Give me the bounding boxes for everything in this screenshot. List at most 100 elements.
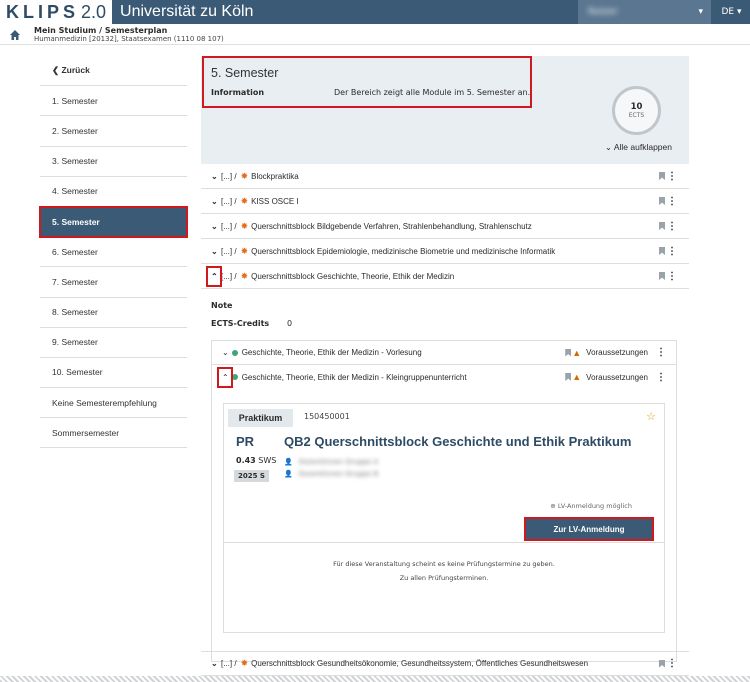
sidebar-item-semester-8[interactable]: 8. Semester [40, 298, 187, 328]
sidebar-item-semester-7[interactable]: 7. Semester [40, 267, 187, 298]
ects-badge: 10 ECTS [612, 86, 661, 135]
sidebar-item-semester-4[interactable]: 4. Semester [40, 177, 187, 207]
bookmark-icon[interactable] [659, 222, 665, 230]
lecturer-names: Dozentinnen Gruppe A [298, 458, 379, 466]
more-options-icon[interactable]: ⋮ [667, 171, 677, 182]
bookmark-icon[interactable] [659, 247, 665, 255]
bookmark-icon[interactable] [565, 373, 572, 381]
registration-possible-note: ⊕ LV-Anmeldung möglich [550, 502, 632, 510]
chevron-down-icon[interactable]: ⌄ [211, 197, 221, 206]
sidebar-item-no-recommendation[interactable]: Keine Semesterempfehlung [40, 388, 187, 419]
submodule-list: ⌄ Geschichte, Theorie, Ethik der Medizin… [211, 340, 677, 662]
submodule-name: Geschichte, Theorie, Ethik der Medizin -… [241, 372, 467, 382]
bookmark-icon[interactable] [659, 272, 665, 280]
expand-all-button[interactable]: ⌄ Alle aufklappen [605, 142, 672, 153]
bookmark-icon[interactable] [659, 197, 665, 205]
sidebar-item-semester-9[interactable]: 9. Semester [40, 328, 187, 358]
module-row[interactable]: ⌄ [...] / ✸ Querschnittsblock Gesundheitsö… [201, 651, 689, 676]
info-text: Der Bereich zeigt alle Module im 5. Seme… [334, 88, 531, 97]
sws-label: SWS [258, 456, 277, 465]
module-name: KISS OSCE I [251, 196, 299, 206]
user-menu[interactable]: Nutzer ▾ [578, 0, 711, 24]
semester-header: 5. Semester Information Der Bereich zeig… [201, 56, 689, 164]
logo-version: 2.0 [81, 1, 107, 22]
exam-link[interactable]: Zu allen Prüfungsterminen. [224, 571, 664, 585]
asterisk-icon: ✸ [240, 245, 249, 256]
register-button[interactable]: Zur LV-Anmeldung [524, 517, 654, 541]
plus-circle-icon: ⊕ [550, 502, 558, 510]
module-list-bottom: ⌄ [...] / ✸ Querschnittsblock Gesundheitsö… [201, 651, 689, 676]
module-row-expanded[interactable]: ⌃ [...] / ✸ Querschnittsblock Geschichte, … [201, 264, 689, 289]
warning-icon: ▲ [572, 347, 582, 358]
user-name: Nutzer [588, 7, 618, 17]
warning-icon: ▲ [572, 372, 582, 382]
sidebar-item-semester-5[interactable]: 5. Semester [39, 205, 188, 239]
more-options-icon[interactable]: ⋮ [667, 658, 677, 669]
breadcrumb-title[interactable]: Mein Studium / Semesterplan [34, 26, 167, 35]
course-title[interactable]: QB2 Querschnittsblock Geschichte und Eth… [284, 434, 631, 449]
more-options-icon[interactable]: ⋮ [667, 196, 677, 207]
bookmark-icon[interactable] [565, 348, 572, 357]
sidebar-back-link[interactable]: ❮ Zurück [40, 56, 187, 87]
sidebar-item-semester-3[interactable]: 3. Semester [40, 147, 187, 177]
submodule-row-expanded[interactable]: ⌃ Geschichte, Theorie, Ethik der Medizin… [212, 365, 676, 389]
university-name: Universität zu Köln [120, 3, 254, 20]
course-number: 150450001 [304, 412, 350, 421]
person-icon: 👤 [284, 470, 293, 478]
sidebar-item-summer-semester[interactable]: Sommersemester [40, 418, 187, 449]
sws-value: 0.43 [236, 456, 256, 465]
module-prefix: [...] / [221, 659, 237, 668]
more-options-icon[interactable]: ⋮ [667, 246, 677, 257]
bookmark-icon[interactable] [659, 172, 665, 180]
note-label: Note [211, 301, 233, 310]
more-options-icon[interactable]: ⋮ [656, 347, 666, 358]
sidebar-item-semester-2[interactable]: 2. Semester [40, 116, 187, 147]
favorite-star-icon[interactable]: ☆ [646, 410, 656, 423]
highlight-box [206, 266, 222, 287]
module-name: Querschnittsblock Epidemiologie, medizin… [251, 246, 556, 256]
sidebar-item-semester-10[interactable]: 10. Semester [40, 358, 187, 389]
chevron-down-icon[interactable]: ⌄ [211, 659, 221, 668]
chevron-down-icon[interactable]: ⌄ [222, 348, 229, 357]
chevron-down-icon[interactable]: ⌄ [211, 222, 221, 231]
more-options-icon[interactable]: ⋮ [667, 221, 677, 232]
submodule-row[interactable]: ⌄ Geschichte, Theorie, Ethik der Medizin… [212, 341, 676, 365]
language-selector[interactable]: DE ▾ [713, 0, 750, 24]
home-icon[interactable] [9, 29, 21, 41]
requirements-link[interactable]: ▲ Voraussetzungen [565, 372, 648, 382]
course-card: Praktikum 150450001 ☆ PR QB2 Querschnitt… [223, 403, 665, 633]
requirements-label: Voraussetzungen [586, 348, 648, 357]
ects-value: 10 [630, 102, 643, 112]
module-name: Querschnittsblock Geschichte, Theorie, E… [251, 271, 455, 281]
module-row[interactable]: ⌄ [...] / ✸ KISS OSCE I ⋮ [201, 189, 689, 214]
more-options-icon[interactable]: ⋮ [667, 271, 677, 282]
module-row[interactable]: ⌄ [...] / ✸ Blockpraktika ⋮ [201, 164, 689, 189]
module-prefix: [...] / [221, 246, 237, 256]
module-row[interactable]: ⌄ [...] / ✸ Querschnittsblock Bildgebende … [201, 214, 689, 239]
expand-all-label: Alle aufklappen [613, 142, 672, 152]
module-prefix: [...] / [221, 196, 237, 206]
module-prefix: [...] / [221, 271, 237, 281]
bookmark-icon[interactable] [659, 659, 665, 668]
breadcrumb-subtitle: Humanmedizin [20132], Staatsexamen (1110… [34, 35, 224, 43]
klips-logo[interactable]: KLIPS 2.0 [0, 0, 113, 24]
sidebar-item-semester-6[interactable]: 6. Semester [40, 237, 187, 268]
exam-info: Für diese Veranstaltung scheint es keine… [224, 543, 664, 585]
requirements-link[interactable]: ▲ Voraussetzungen [565, 348, 648, 358]
sidebar-item-semester-1[interactable]: 1. Semester [40, 86, 187, 117]
status-dot-icon [231, 349, 238, 356]
more-options-icon[interactable]: ⋮ [656, 372, 666, 383]
lecturer-names: Dozentinnen Gruppe B [298, 470, 379, 478]
exam-text: Für diese Veranstaltung scheint es keine… [333, 560, 555, 568]
semester-badge: 2025 S [234, 470, 269, 482]
chevron-down-icon[interactable]: ⌄ [211, 247, 221, 256]
breadcrumb: Mein Studium / Semesterplan Humanmedizin… [0, 24, 750, 45]
chevron-down-icon[interactable]: ⌄ [211, 172, 221, 181]
ects-label: ECTS [628, 112, 645, 119]
module-name: Querschnittsblock Gesundheitsökonomie, G… [251, 659, 589, 668]
module-name: Blockpraktika [251, 171, 299, 181]
module-name: Querschnittsblock Bildgebende Verfahren,… [251, 221, 532, 231]
torn-edge [0, 676, 750, 682]
module-row[interactable]: ⌄ [...] / ✸ Querschnittsblock Epidemiologi… [201, 239, 689, 264]
course-sws: 0.43 SWS [236, 456, 276, 465]
